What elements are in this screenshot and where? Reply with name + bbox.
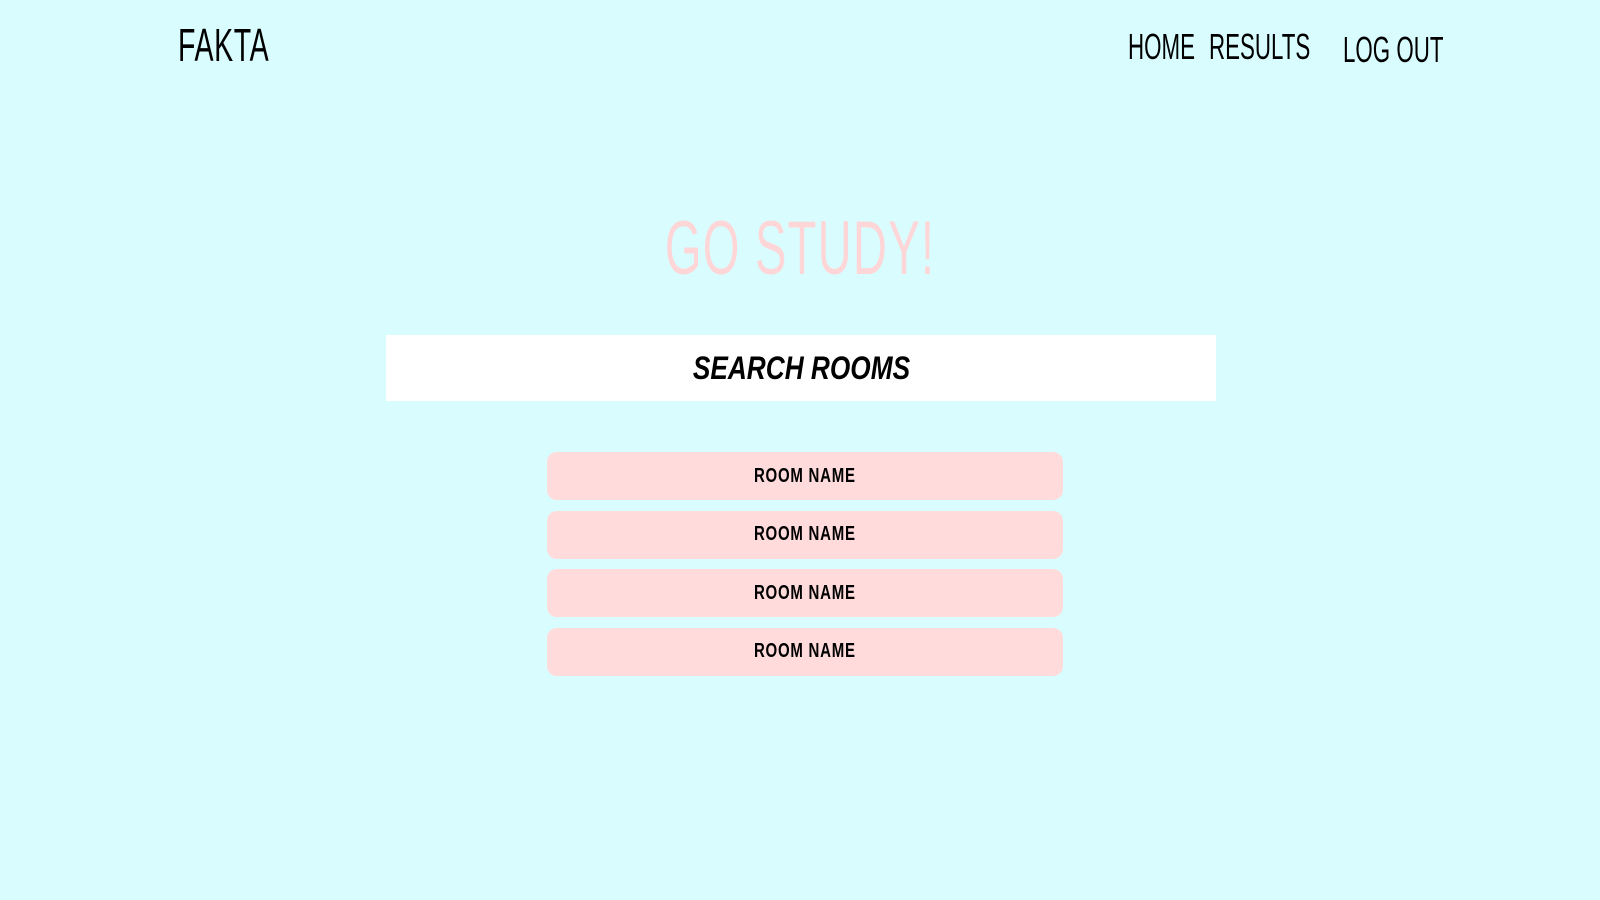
room-list: ROOM NAME ROOM NAME ROOM NAME ROOM NAME: [547, 452, 1063, 686]
search-rooms-bar[interactable]: SEARCH ROOMS: [386, 335, 1216, 401]
page-headline: GO STUDY!: [0, 205, 1600, 292]
search-rooms-label: SEARCH ROOMS: [692, 349, 910, 386]
room-item[interactable]: ROOM NAME: [547, 452, 1063, 500]
room-item[interactable]: ROOM NAME: [547, 627, 1063, 676]
room-item-label: ROOM NAME: [754, 581, 856, 604]
nav-results-link[interactable]: RESULTS: [1209, 26, 1310, 68]
room-item-label: ROOM NAME: [754, 640, 856, 662]
room-item-label: ROOM NAME: [754, 523, 856, 545]
nav-home-link[interactable]: HOME: [1128, 26, 1195, 68]
room-item-label: ROOM NAME: [754, 464, 856, 487]
room-item[interactable]: ROOM NAME: [547, 569, 1063, 617]
logo[interactable]: FAKTA: [178, 18, 269, 72]
nav-logout-link[interactable]: LOG OUT: [1343, 29, 1443, 71]
room-item[interactable]: ROOM NAME: [547, 510, 1063, 559]
headline-text: GO STUDY!: [664, 206, 936, 291]
